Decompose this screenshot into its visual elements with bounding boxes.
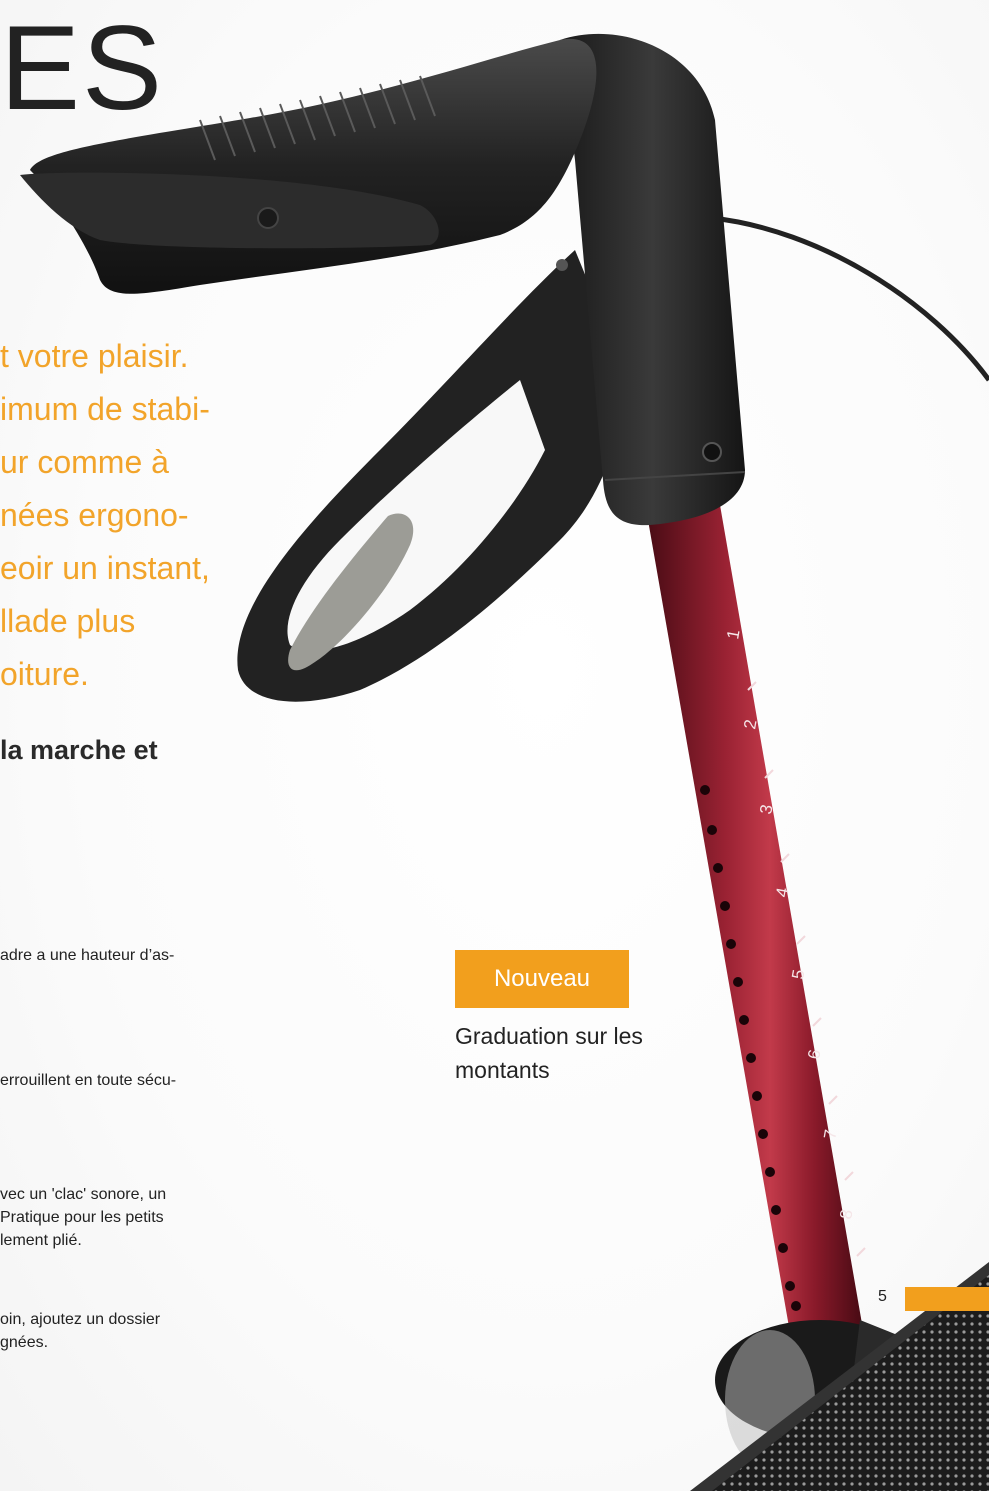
intro-line: ur comme à	[0, 444, 169, 480]
brochure-page: 1 2 3 4 5 6 7 8 ES t votre plaisir. imum…	[0, 0, 989, 1491]
graduation-6: 6	[804, 1048, 824, 1061]
paragraph-line: errouillent en toute sécu-	[0, 1072, 177, 1089]
feature-paragraph: oin, ajoutez un dossier gnées.	[0, 1308, 260, 1354]
intro-line: oiture.	[0, 656, 89, 692]
paragraph-line: vec un 'clac' sonore, un	[0, 1186, 167, 1203]
feature-caption: Graduation sur les montants	[455, 1019, 675, 1087]
paragraph-line: oin, ajoutez un dossier	[0, 1311, 161, 1328]
intro-line: llade plus	[0, 603, 136, 639]
graduation-2: 2	[740, 718, 760, 731]
intro-line: t votre plaisir.	[0, 338, 189, 374]
graduation-4: 4	[772, 886, 792, 899]
new-badge: Nouveau	[455, 950, 629, 1008]
paragraph-line: gnées.	[0, 1334, 49, 1351]
graduation-3: 3	[756, 803, 776, 816]
page-title: ES	[0, 1, 165, 135]
graduation-8: 8	[836, 1208, 856, 1221]
intro-paragraph: t votre plaisir. imum de stabi- ur comme…	[0, 330, 260, 701]
feature-paragraph: errouillent en toute sécu-	[0, 1069, 260, 1092]
caption-line: Graduation sur les	[455, 1023, 643, 1049]
graduation-7: 7	[820, 1128, 840, 1141]
intro-line: imum de stabi-	[0, 391, 210, 427]
paragraph-line: Pratique pour les petits	[0, 1209, 164, 1226]
section-subheading: la marche et	[0, 735, 158, 765]
paragraph-line: adre a une hauteur d’as-	[0, 947, 175, 964]
paragraph-line: lement plié.	[0, 1232, 82, 1249]
feature-paragraph: vec un 'clac' sonore, un Pratique pour l…	[0, 1183, 260, 1252]
graduation-5: 5	[788, 968, 808, 981]
intro-line: nées ergono-	[0, 497, 189, 533]
feature-paragraph: adre a une hauteur d’as-	[0, 944, 260, 967]
intro-line: eoir un instant,	[0, 550, 210, 586]
caption-line: montants	[455, 1057, 550, 1083]
page-accent-bar	[905, 1287, 989, 1311]
page-number: 5	[878, 1288, 887, 1305]
